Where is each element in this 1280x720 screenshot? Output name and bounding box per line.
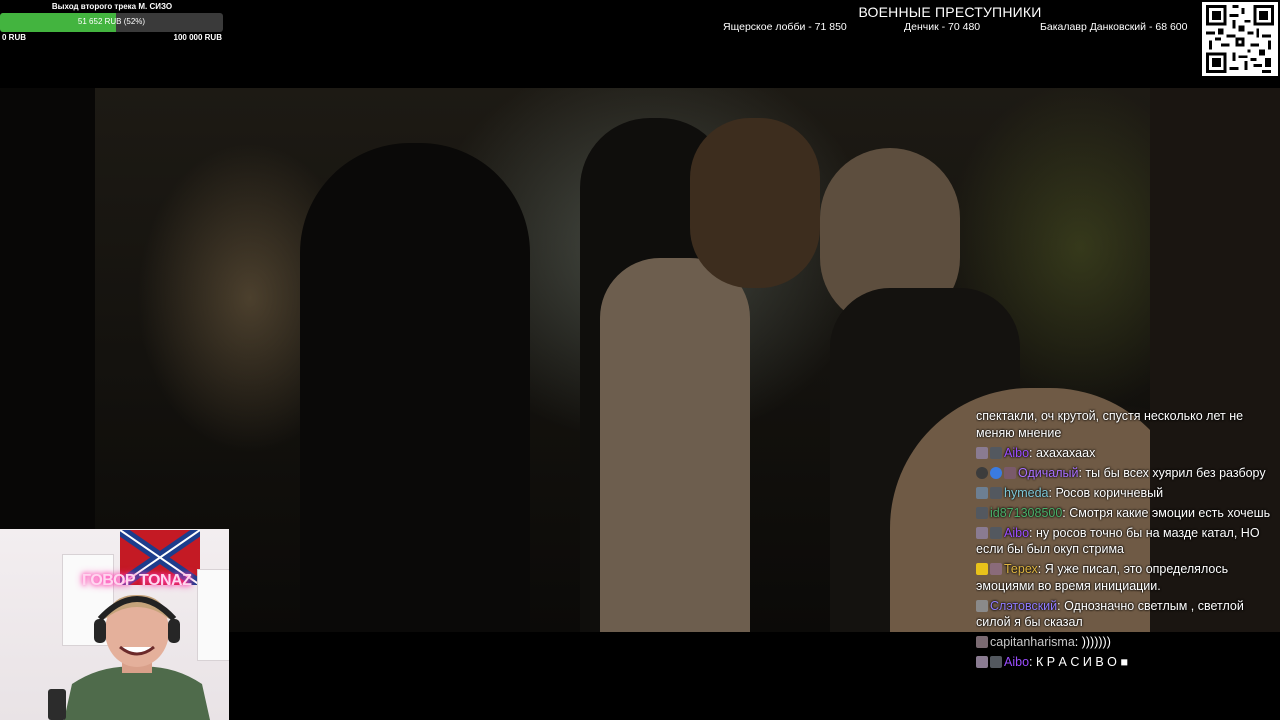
goal-title: Выход второго трека М. СИЗО xyxy=(51,2,173,11)
chat-message: спектакли, оч крутой, спустя несколько л… xyxy=(976,408,1276,441)
badge-icon xyxy=(990,563,1002,575)
chat-username[interactable]: id871308500 xyxy=(990,506,1062,520)
chat-username[interactable]: Слэтовский xyxy=(990,599,1057,613)
figure-sweater xyxy=(600,258,750,632)
chat-username[interactable]: Терех xyxy=(1004,562,1038,576)
leaderboard-entry: Ящерское лобби - 71 850 xyxy=(723,21,847,33)
chat-username[interactable]: Aibo xyxy=(1004,655,1029,669)
badge-icon xyxy=(976,656,988,668)
chat-message: Терех: Я уже писал, это определялось эмо… xyxy=(976,562,1229,593)
streamer-webcam: ГОВОР TONAZ xyxy=(0,529,229,720)
chat-message: capitanharisma: ))))))) xyxy=(976,634,1276,651)
radiation-icon xyxy=(976,563,988,575)
chat-username[interactable]: hymeda xyxy=(1004,486,1048,500)
goal-progress-bar: 51 652 RUB (52%) xyxy=(0,13,223,32)
chat-message-text: ахахахаах xyxy=(1035,445,1096,460)
chat-message: hymeda: Росов коричневый xyxy=(976,485,1276,502)
goal-min-label: 0 RUB xyxy=(2,33,27,42)
chat-username[interactable]: Aibo xyxy=(1004,446,1029,460)
badge-icon xyxy=(976,466,988,479)
streamer-figure xyxy=(64,594,210,720)
badge-icon xyxy=(976,636,988,648)
goal-max-label: 100 000 RUB xyxy=(173,33,222,42)
chat-message-text: спектакли, оч крутой, спустя несколько л… xyxy=(976,409,1244,440)
badge-icon xyxy=(976,599,988,612)
figure-head xyxy=(690,118,820,288)
donation-goal-widget: Выход второго трека М. СИЗО 51 652 RUB (… xyxy=(0,0,224,44)
chat-username[interactable]: Aibo xyxy=(1004,526,1029,540)
mug xyxy=(48,689,66,720)
leaderboard-title: ВОЕННЫЕ ПРЕСТУПНИКИ xyxy=(858,4,1042,20)
leaderboard-entry: Денчик - 70 480 xyxy=(904,21,981,33)
badge-icon xyxy=(990,486,1002,499)
badge-icon xyxy=(990,466,1002,479)
badge-icon xyxy=(990,446,1002,459)
chat-message-text: Росов коричневый xyxy=(1055,485,1164,500)
chat-message: Aibo: ахахахаах xyxy=(976,445,1276,462)
badge-icon xyxy=(976,506,988,519)
chat-message: Слэтовский: Однозначно светлым , светлой… xyxy=(976,598,1244,629)
qr-code-icon xyxy=(1202,2,1278,76)
donor-leaderboard: ВОЕННЫЕ ПРЕСТУПНИКИ Ящерское лобби - 71 … xyxy=(700,0,1200,40)
chat-overlay: спектакли, оч крутой, спустя несколько л… xyxy=(976,408,1276,720)
chat-username[interactable]: Одичалый xyxy=(1018,466,1078,480)
chat-message-text: К Р А С И В О ■ xyxy=(1035,655,1128,669)
chat-message: id871308500: Смотря какие эмоции есть хо… xyxy=(976,505,1276,522)
chat-message: Aibo: К Р А С И В О ■ xyxy=(976,654,1276,671)
badge-icon xyxy=(976,486,988,499)
goal-progress-text: 51 652 RUB (52%) xyxy=(77,17,146,26)
badge-icon xyxy=(1004,466,1016,479)
chat-message: Aibo: ну росов точно бы на мазде катал, … xyxy=(976,525,1260,556)
chat-message-text: Смотря какие эмоции есть хочешь xyxy=(1069,505,1271,520)
badge-icon xyxy=(990,656,1002,668)
badge-icon xyxy=(976,446,988,459)
badge-icon xyxy=(976,526,988,539)
neon-sign-text: ГОВОР TONAZ xyxy=(82,572,192,589)
leaderboard-entry: Бакалавр Данковский - 68 600 xyxy=(1040,21,1188,33)
chat-message-text: ))))))) xyxy=(1081,635,1111,649)
badge-icon xyxy=(990,526,1002,539)
chat-username[interactable]: capitanharisma xyxy=(990,635,1075,649)
silhouette-figure xyxy=(300,143,530,632)
chat-message: Одичалый: ты бы всех хуярил без разбору xyxy=(976,465,1276,482)
chat-message-text: ты бы всех хуярил без разбору xyxy=(1085,465,1266,480)
